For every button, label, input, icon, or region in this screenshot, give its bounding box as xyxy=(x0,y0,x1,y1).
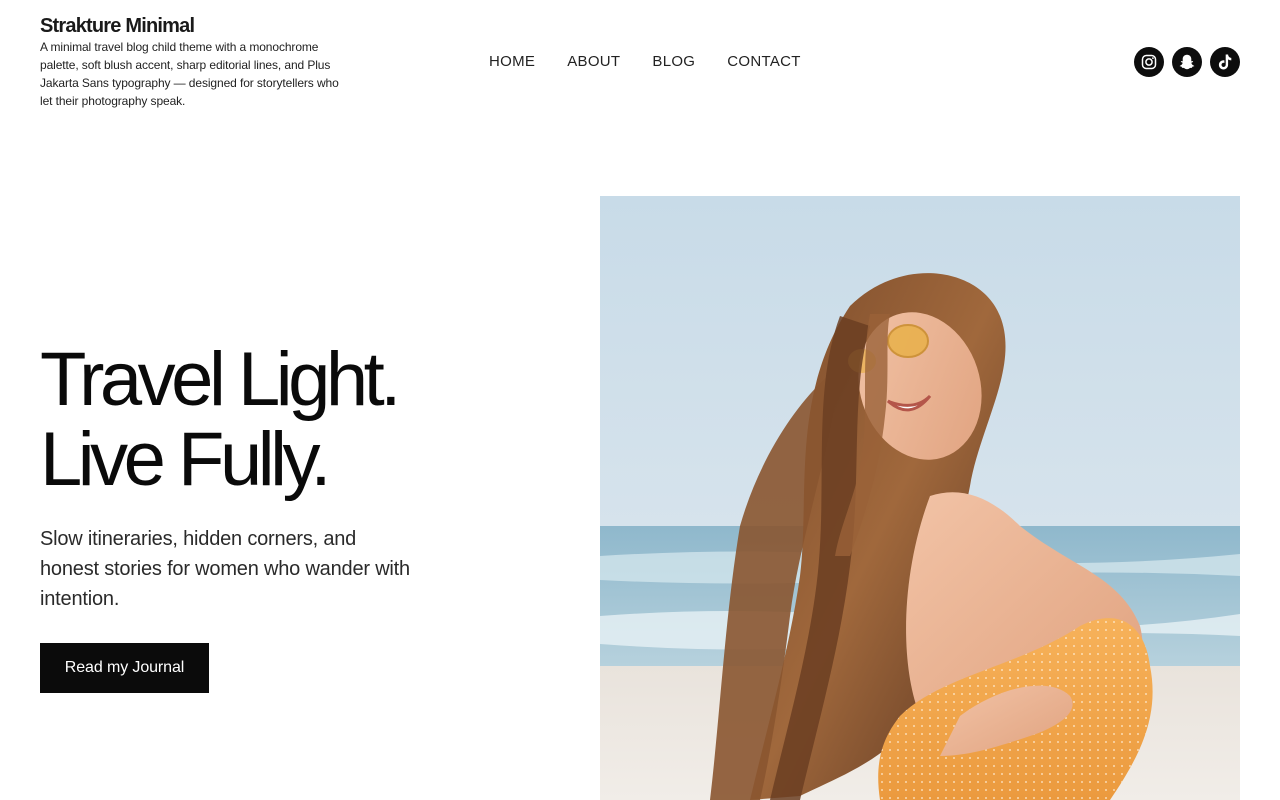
tiktok-icon xyxy=(1218,54,1232,70)
hero-text: Travel Light. Live Fully. Slow itinerari… xyxy=(40,340,480,614)
hero-headline: Travel Light. Live Fully. xyxy=(40,340,480,500)
hero-photo xyxy=(600,196,1240,800)
instagram-link[interactable] xyxy=(1134,47,1164,77)
brand: Strakture Minimal A minimal travel blog … xyxy=(40,14,350,110)
site-header: Strakture Minimal A minimal travel blog … xyxy=(0,0,1280,130)
woman-on-beach-photo xyxy=(600,196,1240,800)
nav-item-contact[interactable]: CONTACT xyxy=(727,52,800,72)
hero-headline-line-2: Live Fully. xyxy=(40,417,331,502)
site-title[interactable]: Strakture Minimal xyxy=(40,14,350,38)
tiktok-link[interactable] xyxy=(1210,47,1240,77)
nav-item-about[interactable]: ABOUT xyxy=(567,52,620,72)
main-nav: HOME ABOUT BLOG CONTACT xyxy=(489,52,801,72)
hero-headline-line-1: Travel Light. xyxy=(40,337,401,422)
social-links xyxy=(1134,47,1240,77)
nav-item-home[interactable]: HOME xyxy=(489,52,535,72)
site-tagline: A minimal travel blog child theme with a… xyxy=(40,40,339,108)
nav-item-blog[interactable]: BLOG xyxy=(652,52,695,72)
read-journal-button[interactable]: Read my Journal xyxy=(40,643,209,693)
snapchat-link[interactable] xyxy=(1172,47,1202,77)
hero-subtext: Slow itineraries, hidden corners, and ho… xyxy=(40,528,410,610)
snapchat-icon xyxy=(1179,54,1195,70)
instagram-icon xyxy=(1141,54,1157,70)
